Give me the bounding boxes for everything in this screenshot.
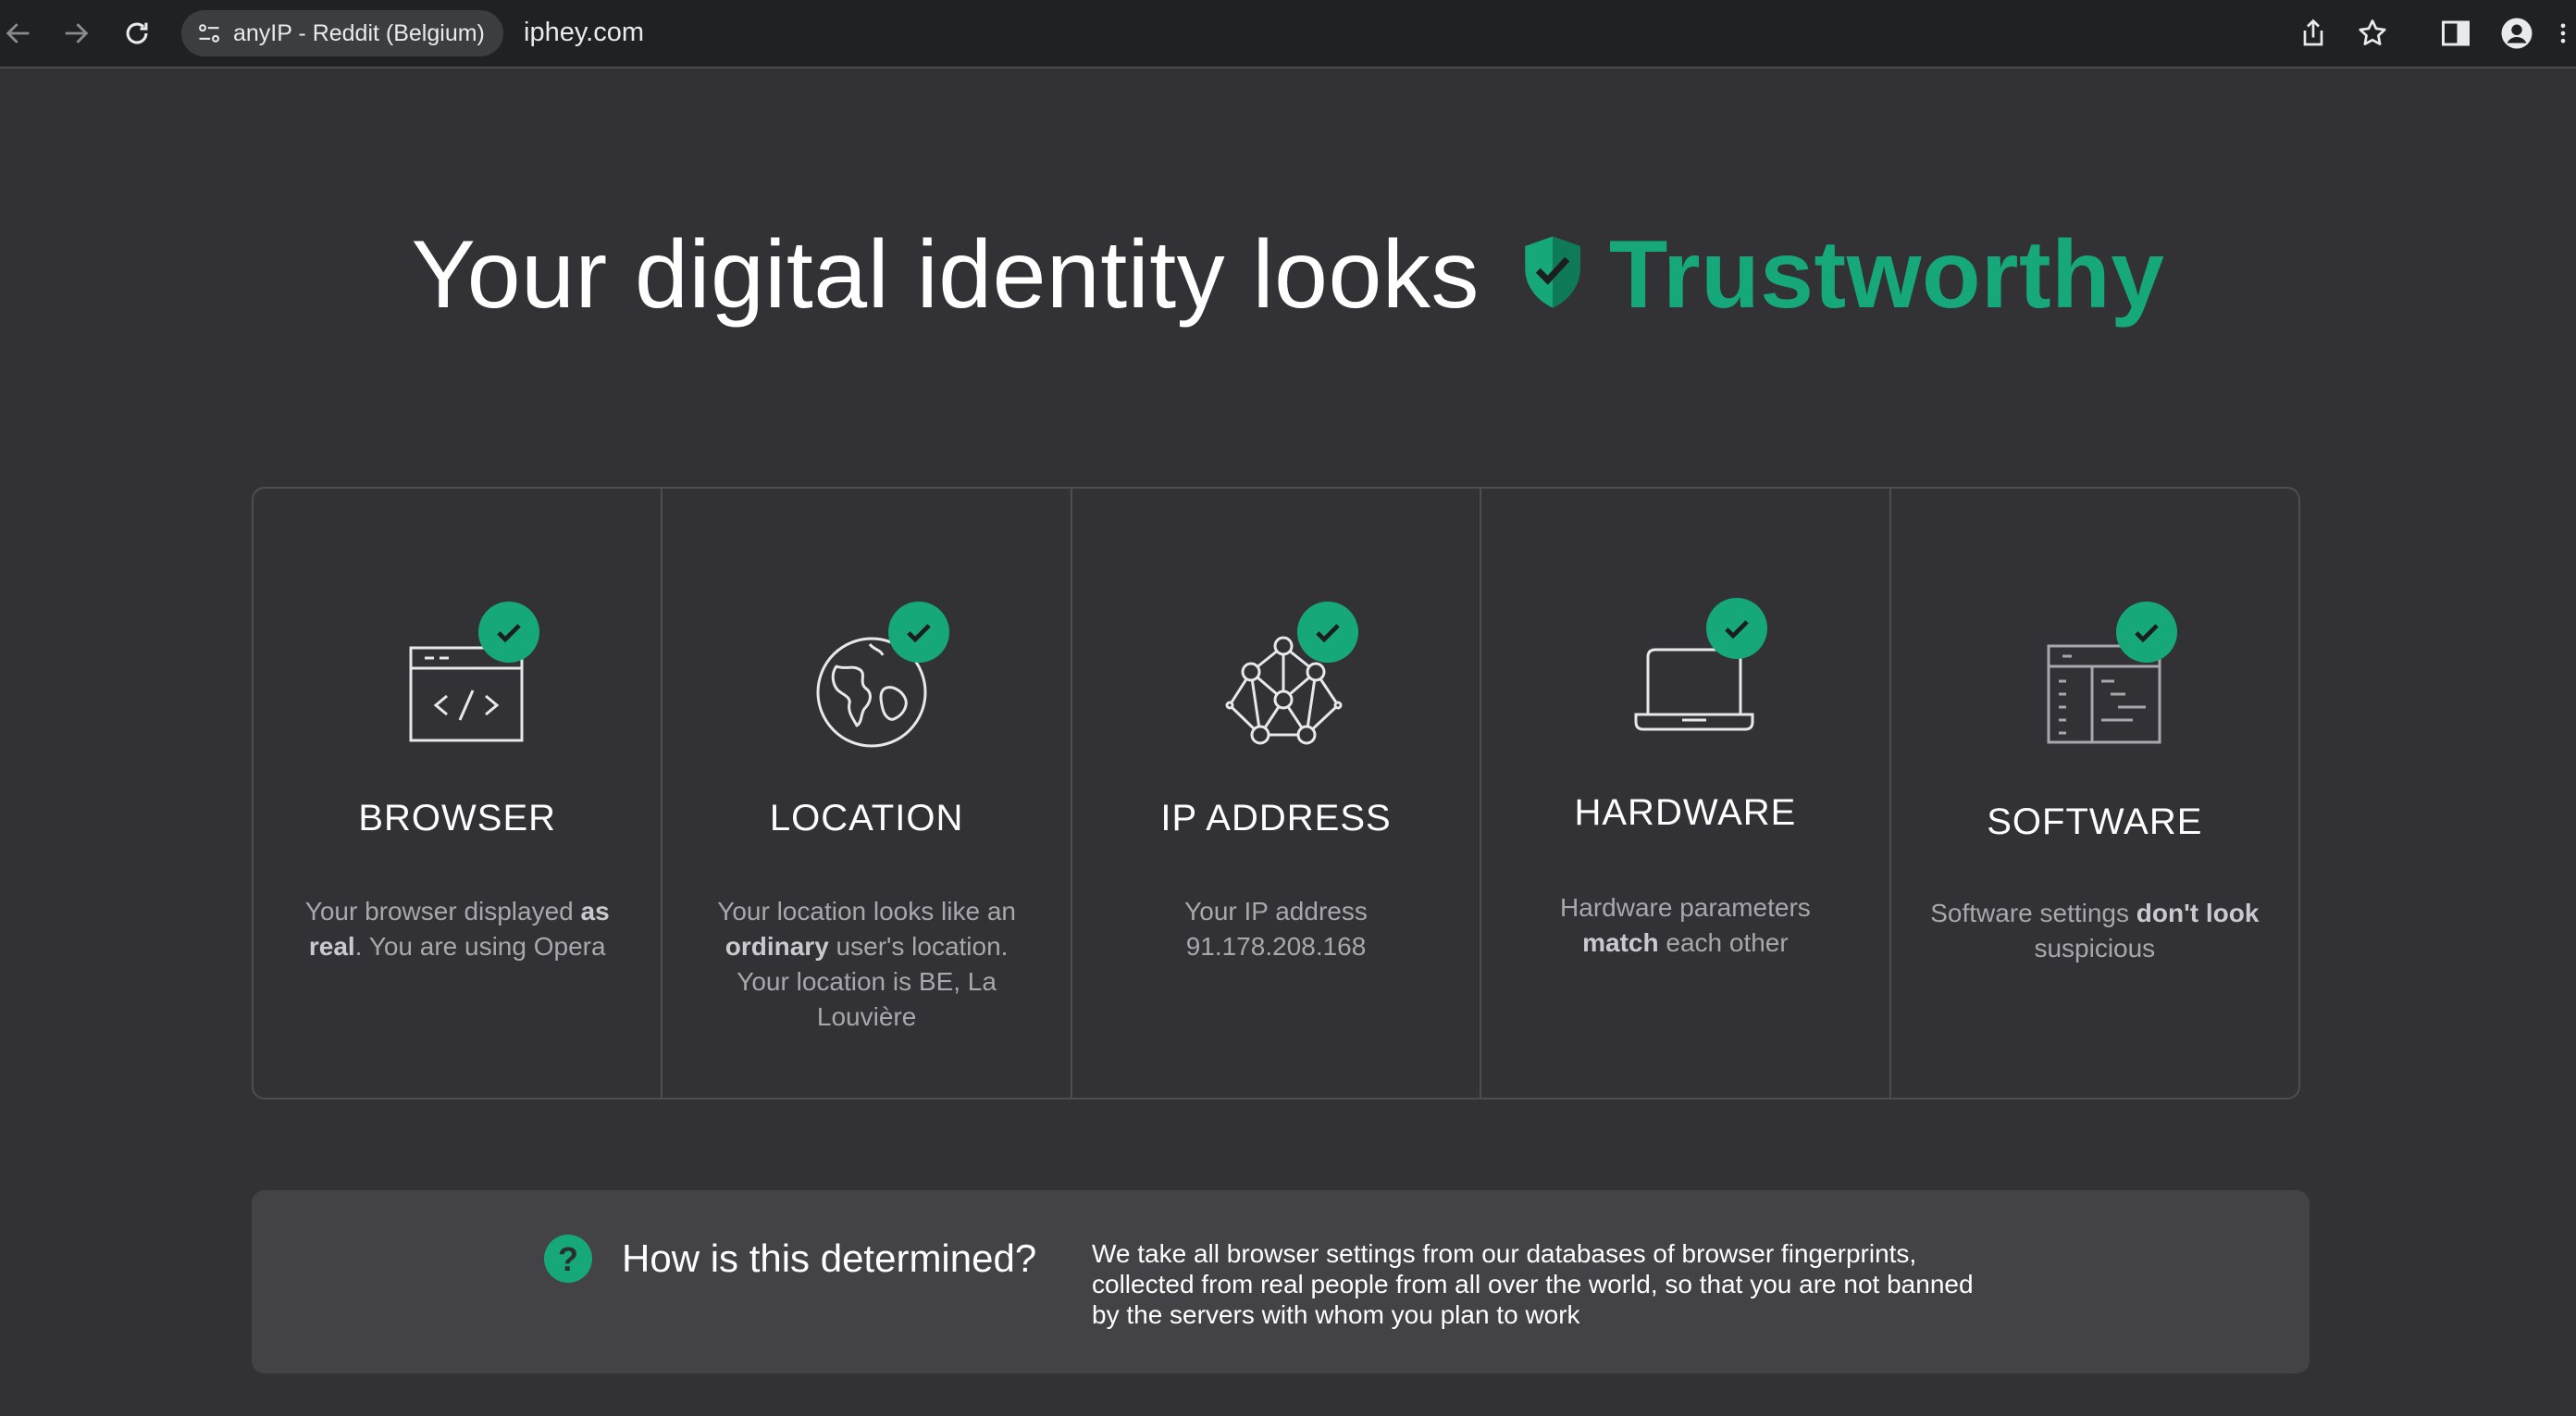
desc-text: Hardware parameters xyxy=(1560,893,1811,922)
checkmark-icon xyxy=(906,624,931,643)
info-title: How is this determined? xyxy=(622,1236,1037,1280)
desc-emphasis: don't look xyxy=(2136,899,2260,927)
check-badge xyxy=(887,602,949,663)
card-description: Your browser displayed as real. You are … xyxy=(291,894,624,964)
checkmark-icon xyxy=(2135,624,2159,643)
card-icon-wrap xyxy=(369,602,545,750)
card-location: LOCATION Your location looks like an ord… xyxy=(663,489,1072,1098)
browser-toolbar: anyIP - Reddit (Belgium) iphey.com xyxy=(0,0,2576,68)
page-headline: Your digital identity looks Trustworthy xyxy=(0,215,2576,335)
back-button[interactable] xyxy=(0,9,43,57)
check-badge xyxy=(478,602,540,663)
reload-button[interactable] xyxy=(113,9,161,57)
card-description: Your location looks like an ordinary use… xyxy=(700,894,1033,1035)
forward-button[interactable] xyxy=(52,9,100,57)
desc-text: suspicious xyxy=(2034,934,2156,963)
card-icon-wrap xyxy=(2007,602,2183,750)
card-description: Software settings don't look suspicious xyxy=(1928,896,2261,966)
desc-text: . You are using Opera xyxy=(354,932,606,961)
card-description: Hardware parameters match each other xyxy=(1518,890,1852,961)
star-icon xyxy=(2359,19,2386,45)
check-badge xyxy=(1297,602,1359,663)
site-chip-label: anyIP - Reddit (Belgium) xyxy=(233,19,485,46)
arrow-right-icon xyxy=(65,23,89,43)
card-software: SOFTWARE Software settings don't look su… xyxy=(1891,489,2298,1098)
menu-button[interactable] xyxy=(2550,11,2576,56)
desc-text: Your location looks like an xyxy=(717,897,1016,925)
checkmark-icon xyxy=(1316,624,1340,643)
headline-text: Your digital identity looks xyxy=(411,221,1480,329)
share-icon xyxy=(2303,19,2323,46)
tune-icon xyxy=(199,24,219,43)
card-icon-wrap xyxy=(1597,598,1773,746)
checkmark-icon xyxy=(497,624,521,643)
bookmark-button[interactable] xyxy=(2350,11,2395,56)
desc-text: each other xyxy=(1658,928,1789,957)
address-bar[interactable]: anyIP - Reddit (Belgium) iphey.com xyxy=(178,5,2398,62)
arrow-left-icon xyxy=(6,23,30,43)
card-description: Your IP address 91.178.208.168 xyxy=(1109,894,1443,964)
more-vert-icon xyxy=(2560,23,2566,43)
info-text: We take all browser settings from our da… xyxy=(1092,1239,1974,1329)
avatar-icon xyxy=(2501,18,2533,49)
card-title: SOFTWARE xyxy=(1987,801,2203,842)
card-icon-wrap xyxy=(1188,602,1364,750)
card-title: LOCATION xyxy=(769,798,964,838)
checkmark-icon xyxy=(1725,620,1750,640)
check-badge xyxy=(2115,602,2177,663)
card-title: IP ADDRESS xyxy=(1160,798,1392,838)
card-title: HARDWARE xyxy=(1574,792,1797,833)
side-panel-button[interactable] xyxy=(2434,11,2478,56)
how-determined-panel: ? How is this determined? We take all br… xyxy=(252,1190,2310,1373)
verdict-text: Trustworthy xyxy=(1608,221,2165,329)
profile-button[interactable] xyxy=(2495,11,2539,56)
desc-text: Software settings xyxy=(1930,899,2136,927)
check-cards: BROWSER Your browser displayed as real. … xyxy=(252,487,2300,1099)
share-button[interactable] xyxy=(2291,11,2335,56)
card-browser: BROWSER Your browser displayed as real. … xyxy=(254,489,663,1098)
desc-emphasis: match xyxy=(1582,928,1659,957)
url-text[interactable]: iphey.com xyxy=(524,18,644,48)
check-badge xyxy=(1706,598,1768,659)
side-panel-icon xyxy=(2442,20,2470,46)
question-icon: ? xyxy=(544,1235,592,1283)
desc-text: Your IP address 91.178.208.168 xyxy=(1184,897,1368,961)
card-icon-wrap xyxy=(779,602,955,750)
card-title: BROWSER xyxy=(358,798,557,838)
reload-icon xyxy=(126,22,148,44)
site-info-chip[interactable]: anyIP - Reddit (Belgium) xyxy=(181,10,503,56)
shield-check-icon xyxy=(1525,236,1580,308)
desc-text: Your browser displayed xyxy=(304,897,581,925)
card-hardware: HARDWARE Hardware parameters match each … xyxy=(1481,489,1891,1098)
card-ip-address: IP ADDRESS Your IP address 91.178.208.16… xyxy=(1072,489,1482,1098)
desc-emphasis: ordinary xyxy=(724,932,829,961)
